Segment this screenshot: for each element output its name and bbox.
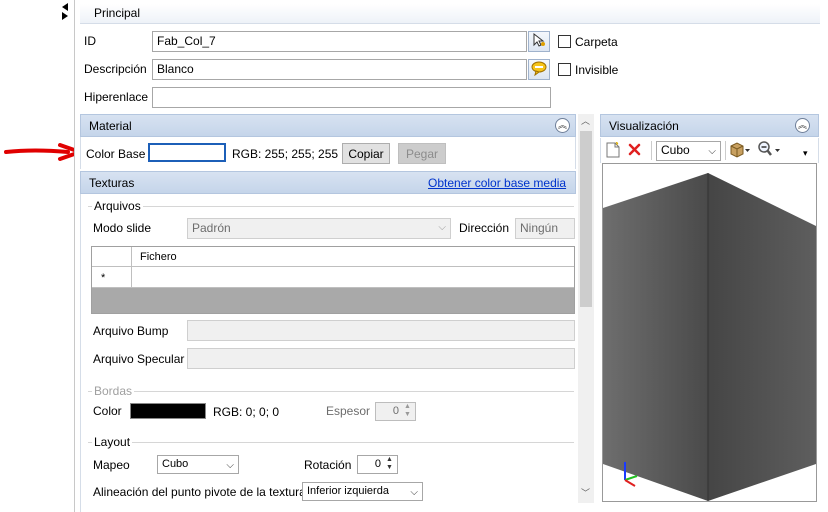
magnifier-icon[interactable] (757, 141, 781, 161)
obtener-color-link[interactable]: Obtener color base media (428, 176, 566, 190)
direccion-label: Dirección (459, 221, 510, 235)
invisible-label: Invisible (575, 63, 619, 77)
texturas-section-header[interactable]: Texturas Obtener color base media (80, 171, 576, 194)
layout-group-line (88, 442, 574, 443)
principal-title: Principal (94, 6, 141, 20)
bordas-group-line (88, 391, 574, 392)
mapeo-select[interactable]: Cubo ⌵ (157, 455, 239, 474)
descripcion-translate-button[interactable] (528, 59, 550, 80)
paste-button: Pegar (398, 143, 446, 164)
espesor-spinner: 0 ▲ ▼ (375, 402, 416, 421)
espesor-label: Espesor (326, 404, 371, 418)
rotacion-label: Rotación (304, 458, 352, 472)
copy-button[interactable]: Copiar (342, 143, 390, 164)
preview-viewport[interactable] (602, 163, 817, 502)
material-section-header[interactable]: Material ︽ (80, 114, 576, 137)
new-document-icon[interactable] (606, 141, 620, 161)
visualizacion-toolbar: Cubo ⌵ ▾ (600, 138, 819, 163)
carpeta-label: Carpeta (575, 35, 618, 49)
scrollbar-thumb[interactable] (580, 131, 592, 307)
pivot-value: Inferior izquierda (307, 485, 389, 497)
pivot-label: Alineación del punto pivote de la textur… (93, 485, 306, 499)
toolbar-separator (725, 141, 726, 160)
grid-new-row[interactable]: * (92, 267, 574, 288)
grid-row-header-cell (92, 247, 132, 267)
red-x-icon[interactable] (628, 143, 641, 159)
espesor-value: 0 (392, 405, 399, 417)
collapse-visualizacion-icon[interactable]: ︽ (795, 118, 810, 133)
color-base-label: Color Base (86, 147, 146, 161)
cube-preview (603, 173, 816, 501)
grid-header-row: Fichero (92, 247, 574, 267)
arquivos-group-title: Arquivos (92, 199, 143, 213)
collapse-material-icon[interactable]: ︽ (555, 118, 570, 133)
id-label: ID (84, 34, 96, 48)
layout-group-title: Layout (92, 435, 133, 449)
spinner-arrows-icon[interactable]: ▲ ▼ (383, 456, 396, 473)
grid-new-row-marker: * (92, 267, 132, 288)
mapeo-label: Mapeo (93, 458, 130, 472)
bump-label: Arquivo Bump (93, 324, 169, 338)
texturas-title: Texturas (89, 176, 135, 190)
principal-section-header: Principal (80, 4, 820, 24)
invisible-checkbox[interactable] (558, 63, 571, 76)
material-title: Material (89, 119, 132, 133)
pivot-select[interactable]: Inferior izquierda ⌵ (302, 482, 423, 501)
bordas-rgb: RGB: 0; 0; 0 (213, 405, 280, 419)
bordas-color-label: Color (93, 404, 122, 418)
rotacion-spinner[interactable]: 0 ▲ ▼ (357, 455, 398, 474)
id-field[interactable]: Fab_Col_7 (152, 31, 527, 52)
panel-toggle-icon[interactable] (60, 2, 70, 20)
chevron-down-icon: ⌵ (410, 487, 418, 498)
hiperenlace-field[interactable] (152, 87, 551, 108)
arquivos-group-line (88, 206, 574, 207)
hiperenlace-label: Hiperenlace (84, 90, 149, 104)
scroll-down-icon[interactable]: ﹀ (581, 486, 590, 499)
shape-select[interactable]: Cubo ⌵ (656, 141, 721, 161)
toolbar-overflow-icon[interactable]: ▾ (803, 148, 808, 159)
color-base-swatch[interactable] (148, 143, 226, 162)
files-grid[interactable]: Fichero * (91, 246, 575, 314)
bordas-group-title: Bordas (92, 384, 135, 398)
scroll-up-icon[interactable]: ︿ (581, 114, 590, 127)
descripcion-label: Descripción (84, 62, 147, 76)
specular-field (187, 348, 575, 369)
spinner-arrows-icon: ▲ ▼ (404, 403, 411, 418)
vertical-scrollbar[interactable]: ︿ ﹀ (578, 114, 594, 503)
speech-bubble-icon (531, 60, 547, 79)
color-base-rgb: RGB: 255; 255; 255 (232, 147, 339, 161)
carpeta-checkbox[interactable] (558, 35, 571, 48)
modo-slide-value: Padrón (192, 221, 231, 235)
shape-value: Cubo (661, 143, 690, 157)
descripcion-field[interactable]: Blanco (152, 59, 527, 80)
chevron-down-icon: ⌵ (438, 222, 446, 233)
specular-label: Arquivo Specular (93, 352, 185, 366)
chevron-down-icon: ⌵ (226, 460, 234, 471)
visualizacion-section-header[interactable]: Visualización ︽ (600, 114, 819, 137)
modo-slide-label: Modo slide (93, 221, 152, 235)
cursor-picker-icon (531, 32, 547, 51)
rotacion-value: 0 (374, 458, 381, 470)
grid-column-fichero[interactable]: Fichero (140, 251, 177, 263)
toolbar-separator (651, 141, 652, 160)
bump-field (187, 320, 575, 341)
bordas-color-swatch[interactable] (130, 403, 206, 419)
direccion-select: Ningún (515, 218, 575, 239)
id-picker-button[interactable] (528, 31, 550, 52)
red-arrow-annotation-icon (4, 142, 84, 162)
visualizacion-title: Visualización (609, 119, 679, 133)
mapeo-value: Cubo (162, 458, 189, 470)
modo-slide-select: Padrón ⌵ (187, 218, 451, 239)
chevron-down-icon: ⌵ (708, 146, 716, 157)
box-icon[interactable] (729, 142, 751, 161)
